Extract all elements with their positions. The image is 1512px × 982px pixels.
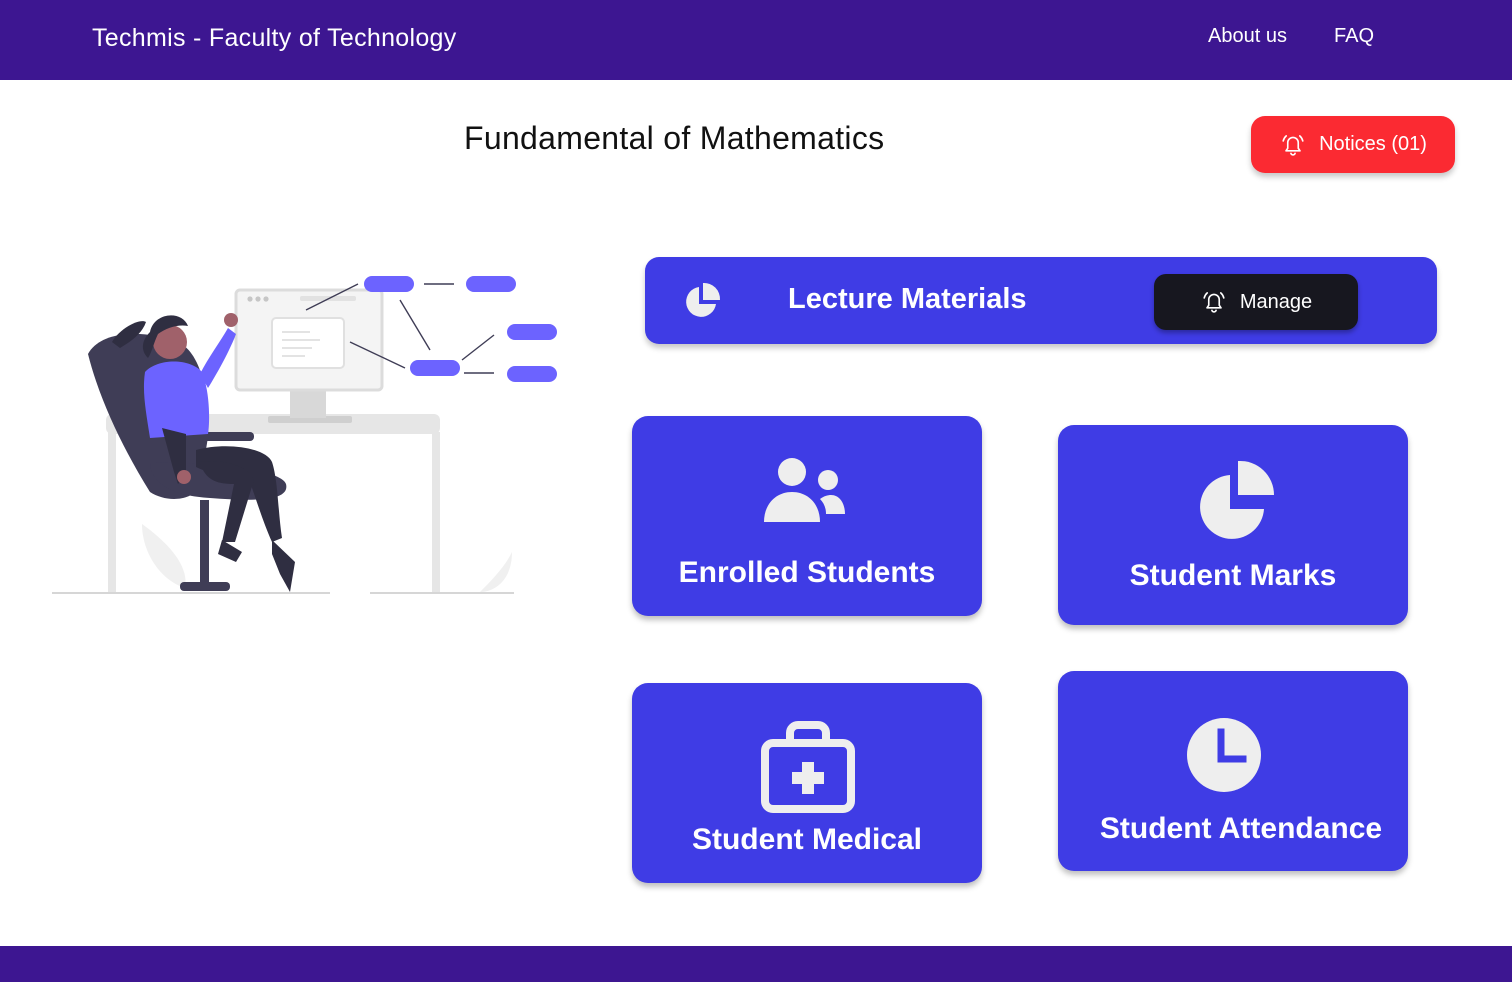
footer-bar (0, 946, 1512, 982)
workspace-illustration (52, 276, 557, 594)
manage-label: Manage (1239, 290, 1313, 313)
pie-chart-icon (686, 282, 721, 317)
clock-icon (1187, 718, 1261, 792)
lecture-materials-bar[interactable]: Lecture Materials Manage (645, 257, 1437, 344)
notices-label: Notices (01) (1319, 133, 1427, 155)
card-label-student-marks: Student Marks (1129, 559, 1337, 592)
bell-icon (1203, 292, 1225, 313)
brand-title[interactable]: Techmis - Faculty of Technology (92, 24, 457, 53)
card-student-medical[interactable]: Student Medical (632, 683, 982, 883)
medical-kit-icon (761, 721, 855, 813)
lecture-materials-label: Lecture Materials (788, 283, 1027, 315)
page-title: Fundamental of Mathematics (464, 120, 885, 156)
card-label-enrolled-students: Enrolled Students (678, 556, 936, 589)
bell-icon (1282, 134, 1304, 156)
top-navbar: Techmis - Faculty of Technology About us… (0, 0, 1512, 80)
card-student-marks[interactable]: Student Marks (1058, 425, 1408, 625)
card-label-student-attendance: Student Attendance (1099, 812, 1383, 845)
card-label-student-medical: Student Medical (691, 823, 923, 856)
pie-chart-icon (1200, 460, 1274, 539)
manage-button[interactable]: Manage (1154, 274, 1358, 330)
users-icon (764, 458, 845, 522)
nav-link-faq[interactable]: FAQ (1334, 25, 1374, 48)
notices-button[interactable]: Notices (01) (1251, 116, 1455, 173)
card-enrolled-students[interactable]: Enrolled Students (632, 416, 982, 616)
nav-link-about-us[interactable]: About us (1208, 25, 1287, 48)
card-student-attendance[interactable]: Student Attendance (1058, 671, 1408, 871)
